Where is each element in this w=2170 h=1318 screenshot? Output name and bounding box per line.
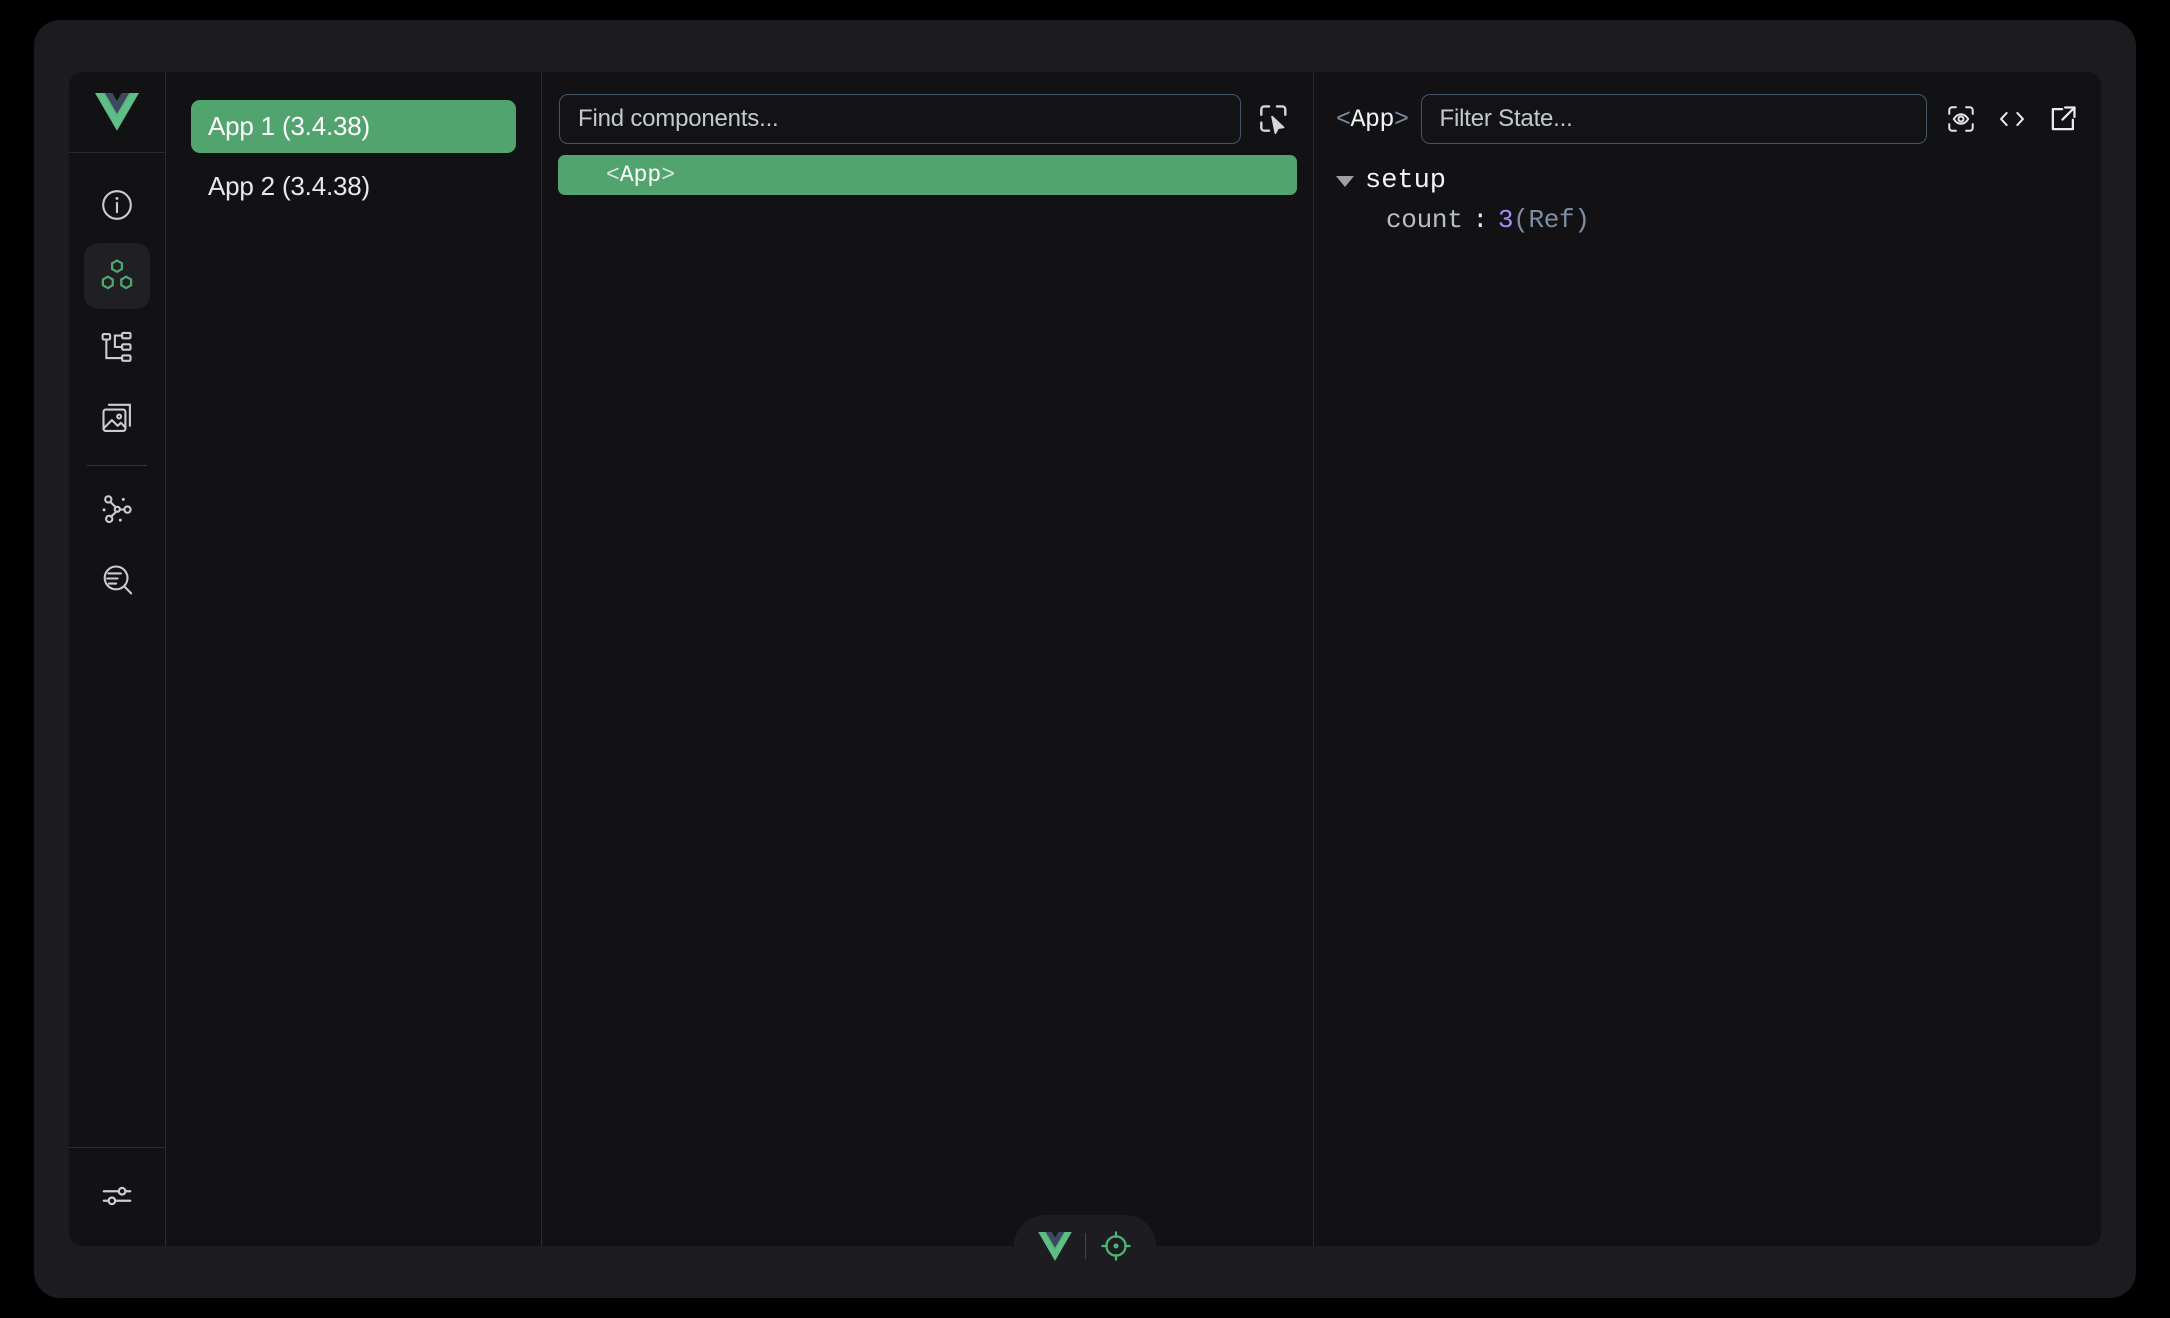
floating-vue-button[interactable] <box>1025 1215 1085 1277</box>
window-shell: App 1 (3.4.38) App 2 (3.4.38) <box>34 20 2136 1298</box>
select-component-cursor-icon <box>1255 101 1291 137</box>
vue-logo-icon <box>95 93 139 131</box>
state-panel: <App> <box>1314 72 2101 1246</box>
state-filter-input[interactable] <box>1421 94 1927 144</box>
floating-toolbar <box>1014 1215 1156 1277</box>
sidebar-item-components[interactable] <box>84 243 150 309</box>
tag-open-bracket: < <box>606 162 620 188</box>
open-external-button[interactable] <box>2047 103 2079 135</box>
app-list-item-1[interactable]: App 1 (3.4.38) <box>191 100 516 153</box>
sidebar-bottom-group <box>69 1147 165 1246</box>
app-list-panel: App 1 (3.4.38) App 2 (3.4.38) <box>166 72 542 1246</box>
vue-logo-icon <box>1038 1232 1072 1261</box>
tag-close-bracket: > <box>1394 105 1409 134</box>
sidebar-divider <box>87 465 147 466</box>
tag-name: App <box>1351 105 1395 134</box>
app-list-item-label: App 1 (3.4.38) <box>208 111 370 142</box>
devtools-panel: App 1 (3.4.38) App 2 (3.4.38) <box>69 72 2101 1246</box>
target-crosshair-icon <box>1100 1230 1132 1262</box>
floating-target-button[interactable] <box>1086 1215 1146 1277</box>
sidebar-item-settings[interactable] <box>84 1163 150 1229</box>
components-hexagons-icon <box>98 257 136 295</box>
sidebar-item-pages[interactable] <box>84 314 150 380</box>
state-property-separator: : <box>1463 205 1498 235</box>
sidebar-item-assets[interactable] <box>84 385 150 451</box>
selected-component-tag: <App> <box>1336 105 1409 134</box>
scan-eye-icon <box>1945 103 1977 135</box>
component-tree-node-app[interactable]: <App> <box>558 155 1297 195</box>
sidebar-item-inspect[interactable] <box>84 547 150 613</box>
tag-open-bracket: < <box>1336 105 1351 134</box>
graph-nodes-icon <box>99 491 135 527</box>
sidebar-item-graph[interactable] <box>84 476 150 542</box>
tag-name: App <box>620 162 661 188</box>
state-group-setup[interactable]: setup <box>1336 162 2079 200</box>
info-circle-icon <box>99 187 135 223</box>
component-tree-panel: <App> <box>542 72 1314 1246</box>
select-component-button[interactable] <box>1255 101 1291 137</box>
pages-tree-icon <box>99 329 135 365</box>
code-brackets-icon <box>1995 104 2029 134</box>
open-in-editor-button[interactable] <box>1995 104 2029 134</box>
state-tree: setup count : 3 (Ref) <box>1314 144 2101 240</box>
sidebar-item-overview[interactable] <box>84 172 150 238</box>
inspect-search-icon <box>99 562 135 598</box>
app-list-item-label: App 2 (3.4.38) <box>208 171 370 202</box>
state-property-count[interactable]: count : 3 (Ref) <box>1336 200 2079 240</box>
state-property-value: 3 <box>1498 205 1513 235</box>
scan-eye-button[interactable] <box>1945 103 1977 135</box>
state-panel-actions <box>1939 103 2079 135</box>
vue-logo <box>69 72 165 153</box>
component-tree-list: <App> <box>542 144 1313 195</box>
app-list-item-2[interactable]: App 2 (3.4.38) <box>191 160 516 213</box>
state-property-type: (Ref) <box>1513 205 1590 235</box>
sidebar-rail <box>69 72 166 1246</box>
component-tree-toolbar <box>542 72 1313 144</box>
chevron-down-icon <box>1336 176 1354 187</box>
state-panel-toolbar: <App> <box>1314 72 2101 144</box>
component-search-input[interactable] <box>559 94 1241 144</box>
tag-close-bracket: > <box>661 162 675 188</box>
settings-sliders-icon <box>99 1178 135 1214</box>
state-group-label: setup <box>1365 166 1446 196</box>
state-property-key: count <box>1386 205 1463 235</box>
external-link-icon <box>2047 103 2079 135</box>
sidebar-primary-group <box>69 153 165 618</box>
assets-image-icon <box>99 400 135 436</box>
